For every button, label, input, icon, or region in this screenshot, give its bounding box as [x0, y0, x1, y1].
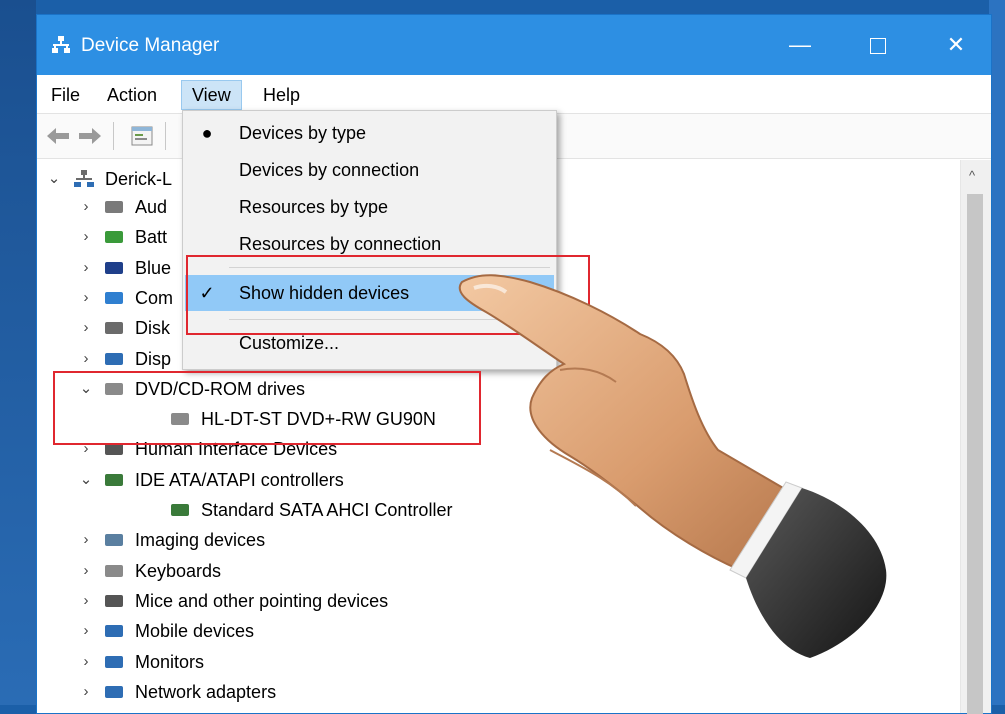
tree-item-label: Batt: [135, 227, 168, 248]
tree-item-label: Com: [135, 287, 174, 308]
minimize-button[interactable]: —: [777, 27, 823, 63]
device-category-icon: [105, 685, 123, 698]
menu-item-resources-by-type[interactable]: Resources by type: [183, 189, 556, 225]
expand-chevron-icon[interactable]: ›: [79, 649, 93, 675]
menu-file[interactable]: File: [43, 81, 88, 109]
expand-chevron-icon[interactable]: ›: [79, 194, 93, 220]
tree-root-label: Derick-L: [105, 169, 173, 189]
menu-item-devices-by-connection[interactable]: Devices by connection: [183, 152, 556, 188]
device-category-icon: [105, 655, 123, 668]
menu-item-label: Resources by type: [239, 197, 389, 217]
menu-item-devices-by-type[interactable]: ● Devices by type: [183, 115, 556, 151]
expand-chevron-icon[interactable]: ›: [79, 255, 93, 281]
minimize-icon: —: [789, 32, 811, 57]
window-title: Device Manager: [81, 35, 220, 56]
expand-chevron-icon[interactable]: ›: [79, 527, 93, 553]
device-category-icon: [105, 625, 123, 638]
menu-item-label: Devices by type: [239, 123, 367, 143]
maximize-button[interactable]: [855, 27, 901, 63]
tree-item-label: Network adapters: [135, 681, 277, 702]
device-category-icon: [105, 594, 123, 607]
menu-item-label: Devices by connection: [239, 160, 420, 180]
collapse-chevron-icon[interactable]: ⌄: [47, 166, 61, 192]
toolbar-separator: [165, 122, 166, 150]
menu-help[interactable]: Help: [255, 81, 308, 109]
expand-chevron-icon[interactable]: ›: [79, 558, 93, 584]
device-category-icon: [105, 352, 123, 365]
dvd-drive-highlight-box: [53, 371, 481, 445]
collapse-chevron-icon[interactable]: ⌄: [79, 467, 93, 493]
tree-item-label: Mobile devices: [135, 621, 255, 642]
tree-item-label: Monitors: [135, 651, 205, 672]
tree-item-label: Aud: [135, 197, 168, 217]
close-icon: ✕: [946, 32, 966, 57]
scroll-up-icon[interactable]: ^: [969, 168, 975, 183]
maximize-icon: [870, 38, 886, 55]
device-category-icon: [105, 473, 123, 486]
expand-chevron-icon[interactable]: ›: [79, 588, 93, 614]
forward-arrow-icon[interactable]: [77, 124, 103, 148]
expand-chevron-icon[interactable]: ›: [79, 346, 93, 372]
device-category-icon: [171, 504, 189, 516]
tree-item-label: Disp: [135, 348, 172, 369]
expand-chevron-icon[interactable]: ›: [79, 224, 93, 250]
device-category-icon: [105, 564, 123, 577]
toolbar-separator: [113, 122, 114, 150]
menu-view[interactable]: View: [181, 80, 242, 110]
pointing-hand-icon: [458, 274, 887, 658]
close-button[interactable]: ✕: [933, 27, 979, 63]
tree-item-label: Imaging devices: [135, 530, 266, 551]
tree-item-label: Blue: [135, 257, 172, 278]
expand-chevron-icon[interactable]: ›: [79, 679, 93, 705]
title-bar[interactable]: Device Manager — ✕: [37, 15, 991, 75]
menu-action[interactable]: Action: [99, 81, 165, 109]
device-category-icon: [105, 261, 123, 274]
device-category-icon: [105, 291, 123, 304]
vertical-scrollbar[interactable]: ^: [960, 160, 991, 714]
radio-bullet-icon: ●: [201, 123, 213, 143]
device-category-icon: [105, 201, 123, 213]
computer-network-icon: [74, 170, 94, 187]
expand-chevron-icon[interactable]: ›: [79, 285, 93, 311]
scroll-thumb[interactable]: [967, 194, 983, 714]
expand-chevron-icon[interactable]: ›: [79, 315, 93, 341]
device-category-icon: [105, 231, 123, 244]
tree-item-label: IDE ATA/ATAPI controllers: [135, 469, 344, 490]
tree-item-label: Disk: [135, 318, 170, 339]
desktop-background: [0, 0, 36, 705]
device-category-icon: [105, 322, 123, 335]
expand-chevron-icon[interactable]: ›: [79, 618, 93, 644]
menu-bar: File Action View Help: [37, 75, 991, 113]
tree-item-label: Mice and other pointing devices: [135, 590, 389, 611]
tree-item-label: Keyboards: [135, 560, 222, 581]
back-arrow-icon[interactable]: [45, 124, 71, 148]
device-manager-icon: [52, 36, 70, 53]
device-category-icon: [105, 534, 123, 547]
tree-item-label: Standard SATA AHCI Controller: [201, 500, 453, 520]
properties-icon[interactable]: [129, 124, 155, 148]
